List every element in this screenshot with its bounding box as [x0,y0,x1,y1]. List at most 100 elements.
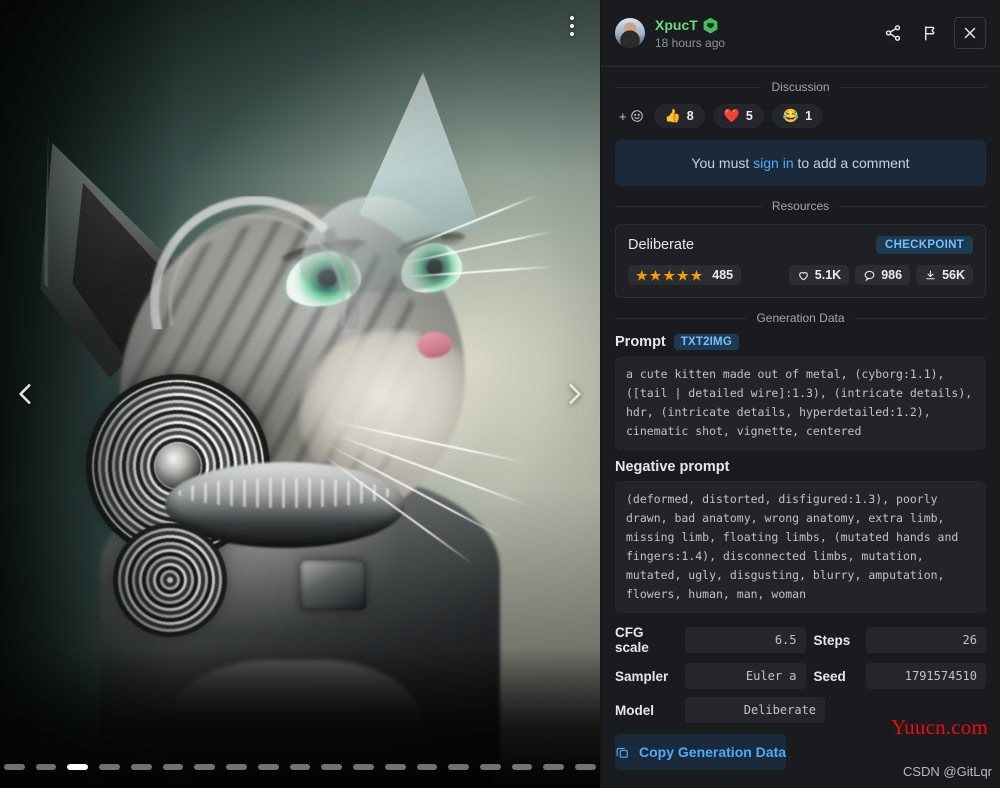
close-icon [964,27,976,39]
close-button[interactable] [954,17,986,49]
star-icon: ★ [649,267,662,283]
txt2img-badge: TXT2IMG [673,334,739,350]
user-avatar[interactable] [615,18,645,48]
image-detail-modal: XpucT 18 hours ago Discussion + 👍 8 ❤️ 5… [0,0,1000,788]
image-options-menu-button[interactable] [560,10,584,42]
generated-image [0,0,600,788]
reaction-laugh[interactable]: 😂 1 [771,104,824,128]
reaction-heart[interactable]: ❤️ 5 [712,104,764,128]
signin-link[interactable]: sign in [753,155,793,171]
resource-comments[interactable]: 986 [855,265,911,285]
generation-section-title: Generation Data [601,311,1000,325]
resource-card-header: Deliberate CHECKPOINT [628,236,973,254]
carousel-indicator[interactable] [543,764,565,770]
download-icon [926,270,935,279]
carousel-indicator[interactable] [480,764,501,770]
star-icon: ★ [676,267,689,283]
carousel-indicator[interactable] [511,764,533,770]
copy-icon [616,747,628,758]
panel-header-actions [878,17,986,49]
downloads-count: 56K [942,268,965,282]
carousel-indicator[interactable] [575,764,596,770]
seed-label: Seed [813,668,846,684]
prompt-label-row: Prompt TXT2IMG [615,334,986,350]
carousel-indicator[interactable] [257,764,279,770]
model-label: Model [615,702,654,718]
generation-parameters: CFG scale 6.5 Steps 26 Sampler Euler a S… [601,625,1000,723]
comment-icon [864,270,875,282]
resources-title-text: Resources [771,199,830,213]
comments-count: 986 [881,268,903,282]
laugh-icon: 😂 [782,108,800,123]
rating-count: 485 [712,268,734,282]
resource-card[interactable]: Deliberate CHECKPOINT ★ ★ ★ ★ ★ 485 5.1K… [615,224,986,298]
kebab-dot [570,24,574,28]
signin-suffix-text: to add a comment [793,155,910,171]
post-timestamp: 18 hours ago [655,35,726,50]
thumbs-up-icon: 👍 [664,108,681,123]
resource-name[interactable]: Deliberate [628,237,694,253]
steps-value: 26 [865,627,986,653]
carousel-indicator[interactable] [99,764,120,770]
image-info-panel: XpucT 18 hours ago Discussion + 👍 8 ❤️ 5… [600,0,1000,788]
likes-count: 5.1K [814,268,842,282]
share-button[interactable] [878,18,908,48]
resource-downloads[interactable]: 56K [916,265,973,285]
kebab-dot [570,32,574,36]
carousel-indicator[interactable] [226,764,247,770]
star-icon: ★ [690,267,703,283]
carousel-indicator[interactable] [67,764,89,770]
reaction-thumbs-up[interactable]: 👍 8 [653,104,705,128]
negative-prompt-text[interactable]: (deformed, distorted, disfigured:1.3), p… [615,481,986,613]
previous-image-button[interactable] [2,370,50,418]
add-reaction-button[interactable]: + [617,107,646,126]
reactions-row: + 👍 8 ❤️ 5 😂 1 [601,94,1000,128]
report-button[interactable] [916,18,946,48]
carousel-indicator[interactable] [35,764,57,770]
plus-icon: + [619,108,627,124]
prompt-section: Prompt TXT2IMG a cute kitten made out of… [601,334,1000,450]
carousel-indicator[interactable] [289,764,311,770]
prompt-text[interactable]: a cute kitten made out of metal, (cyborg… [615,356,986,450]
verified-hexagon-icon [703,17,718,34]
prompt-label: Prompt [615,334,666,350]
star-rating: ★ ★ ★ ★ ★ [636,269,702,282]
username-link[interactable]: XpucT [655,17,698,33]
carousel-indicator[interactable] [4,764,25,770]
image-vignette [0,0,600,788]
cfg-scale-label: CFG scale [615,625,649,655]
copy-button-label: Copy Generation Data [639,744,787,760]
carousel-indicator[interactable] [321,764,343,770]
carousel-indicator[interactable] [130,764,152,770]
next-image-button[interactable] [550,370,598,418]
image-carousel-indicators[interactable] [0,764,600,770]
sampler-label: Sampler [615,668,669,684]
heart-outline-icon [798,271,808,280]
carousel-indicator[interactable] [448,764,470,770]
negative-prompt-label-row: Negative prompt [615,459,986,475]
carousel-indicator[interactable] [416,764,438,770]
resource-rating[interactable]: ★ ★ ★ ★ ★ 485 [628,265,742,285]
reaction-count: 1 [805,109,813,123]
copy-generation-data-button[interactable]: Copy Generation Data [615,734,787,770]
parameter-grid: CFG scale 6.5 Steps 26 Sampler Euler a S… [615,625,986,689]
resources-section-title: Resources [601,199,1000,213]
carousel-indicator[interactable] [384,764,406,770]
model-row: Model Deliberate [615,697,986,723]
cfg-scale-value: 6.5 [685,627,806,653]
discussion-section-title: Discussion [601,80,1000,94]
username-row: XpucT [655,17,725,34]
negative-prompt-section: Negative prompt (deformed, distorted, di… [601,459,1000,613]
resource-likes[interactable]: 5.1K [788,265,850,285]
carousel-indicator[interactable] [353,764,374,770]
generation-title-text: Generation Data [756,311,845,325]
carousel-indicator[interactable] [162,764,184,770]
resource-stats: ★ ★ ★ ★ ★ 485 5.1K 986 56K [628,265,973,285]
signin-prefix-text: You must [691,155,754,171]
flag-icon [925,26,935,41]
panel-header: XpucT 18 hours ago [601,0,1000,67]
user-info: XpucT 18 hours ago [655,17,725,50]
reaction-count: 5 [745,109,753,123]
carousel-indicator[interactable] [194,764,216,770]
chevron-right-icon [569,384,581,404]
